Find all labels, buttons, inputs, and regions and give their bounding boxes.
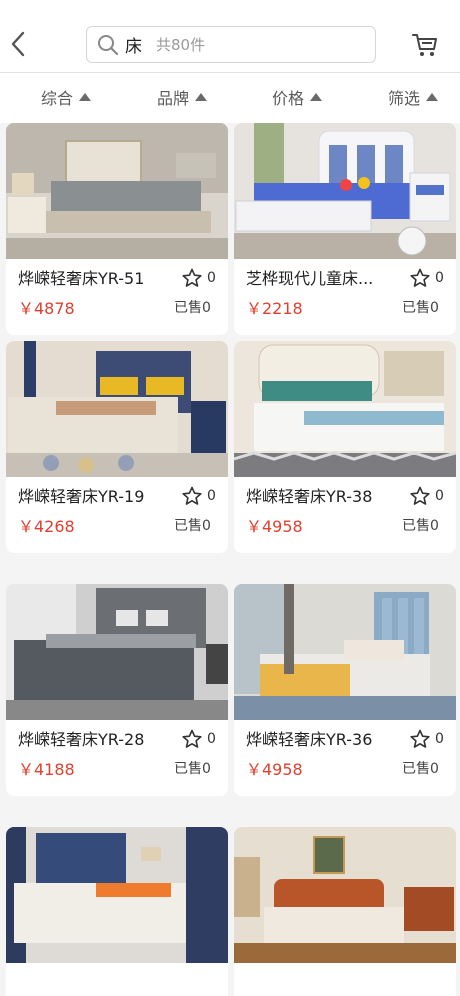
product-name[interactable]: 烨嵘轻奢床YR-28	[18, 726, 168, 750]
product-price: ￥2218	[246, 299, 303, 318]
product-card[interactable]	[6, 827, 228, 996]
product-card[interactable]: 烨嵘轻奢床YR-36 0 ￥4958 已售0	[234, 584, 456, 796]
product-image[interactable]	[234, 827, 456, 963]
product-name[interactable]: 烨嵘轻奢床YR-51	[18, 265, 168, 289]
sort-price[interactable]: 价格	[272, 85, 323, 109]
favorite-count: 0	[435, 731, 444, 747]
product-image[interactable]	[6, 827, 228, 963]
favorite-count: 0	[435, 488, 444, 504]
product-image[interactable]	[6, 584, 228, 720]
favorite-button[interactable]: 0	[410, 267, 450, 289]
product-price: ￥4958	[246, 517, 303, 536]
product-image[interactable]	[234, 123, 456, 259]
favorite-button[interactable]: 0	[182, 267, 222, 289]
product-card[interactable]: 烨嵘轻奢床YR-28 0 ￥4188 已售0	[6, 584, 228, 796]
star-icon	[410, 486, 430, 505]
sort-bar: 综合 品牌 价格 筛选	[0, 73, 460, 123]
favorite-count: 0	[435, 270, 444, 286]
search-icon	[95, 32, 121, 58]
sold-count: 已售0	[174, 761, 211, 777]
chevron-left-icon	[11, 31, 25, 57]
sort-arrow-up-icon	[426, 93, 439, 101]
sort-arrow-up-icon	[79, 93, 92, 101]
sold-count: 已售0	[174, 300, 211, 316]
star-icon	[182, 486, 202, 505]
sort-comprehensive[interactable]: 综合	[41, 85, 92, 109]
back-button[interactable]	[6, 26, 30, 62]
product-name[interactable]: 烨嵘轻奢床YR-38	[246, 483, 396, 507]
product-price: ￥4188	[18, 760, 75, 779]
product-card[interactable]: 烨嵘轻奢床YR-51 0 ￥4878 已售0	[6, 123, 228, 335]
search-box[interactable]: 床 共80件	[86, 26, 376, 63]
product-card[interactable]: 烨嵘轻奢床YR-19 0 ￥4268 已售0	[6, 341, 228, 553]
sort-label: 综合	[41, 89, 74, 108]
sort-label: 价格	[272, 89, 305, 108]
product-card[interactable]: 芝桦现代儿童床... 0 ￥2218 已售0	[234, 123, 456, 335]
product-image[interactable]	[234, 341, 456, 477]
product-name[interactable]: 烨嵘轻奢床YR-36	[246, 726, 396, 750]
star-icon	[410, 729, 430, 748]
product-image[interactable]	[6, 123, 228, 259]
search-keyword[interactable]: 床	[125, 32, 142, 57]
sold-count: 已售0	[174, 518, 211, 534]
product-card[interactable]: 烨嵘轻奢床YR-38 0 ￥4958 已售0	[234, 341, 456, 553]
search-result-count: 共80件	[156, 36, 206, 54]
product-image[interactable]	[234, 584, 456, 720]
sold-count: 已售0	[402, 300, 439, 316]
favorite-count: 0	[207, 488, 216, 504]
favorite-button[interactable]: 0	[182, 485, 222, 507]
product-name[interactable]: 烨嵘轻奢床YR-19	[18, 483, 168, 507]
sort-label: 品牌	[157, 89, 190, 108]
favorite-button[interactable]: 0	[182, 728, 222, 750]
product-price: ￥4958	[246, 760, 303, 779]
product-price: ￥4268	[18, 517, 75, 536]
product-price: ￥4878	[18, 299, 75, 318]
star-icon	[182, 729, 202, 748]
favorite-count: 0	[207, 270, 216, 286]
cart-icon	[412, 34, 437, 56]
sort-arrow-up-icon	[195, 93, 208, 101]
product-grid: 烨嵘轻奢床YR-51 0 ￥4878 已售0 芝桦现代儿童床... 0 ￥221…	[0, 123, 460, 996]
sort-brand[interactable]: 品牌	[157, 85, 208, 109]
star-icon	[410, 268, 430, 287]
sort-label: 筛选	[388, 89, 421, 108]
star-icon	[182, 268, 202, 287]
favorite-button[interactable]: 0	[410, 728, 450, 750]
product-card[interactable]	[234, 827, 456, 996]
sold-count: 已售0	[402, 518, 439, 534]
sort-filter[interactable]: 筛选	[388, 85, 439, 109]
favorite-count: 0	[207, 731, 216, 747]
favorite-button[interactable]: 0	[410, 485, 450, 507]
product-name[interactable]: 芝桦现代儿童床...	[246, 265, 396, 289]
top-bar: 床 共80件	[0, 0, 460, 72]
cart-button[interactable]	[410, 28, 440, 60]
product-image[interactable]	[6, 341, 228, 477]
sold-count: 已售0	[402, 761, 439, 777]
sort-arrow-up-icon	[310, 93, 323, 101]
